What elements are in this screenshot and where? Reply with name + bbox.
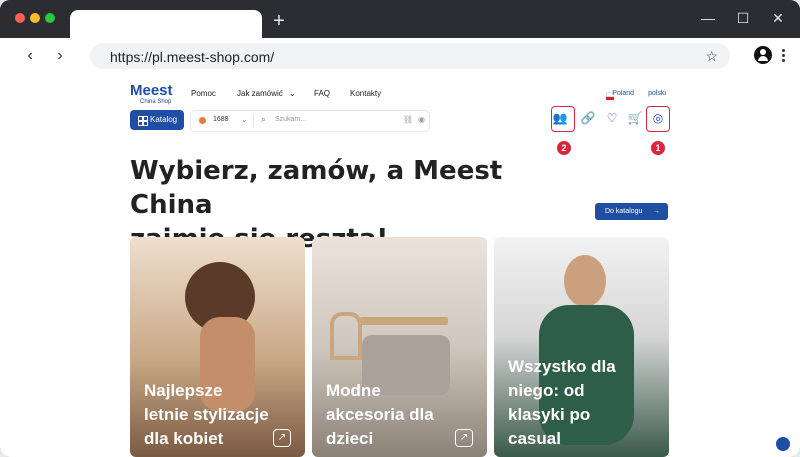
title-bar: + — ☐ ✕ xyxy=(0,0,800,40)
maximize-button[interactable]: ☐ xyxy=(735,10,751,26)
cart-icon[interactable]: 🛒 xyxy=(625,108,645,128)
camera-icon[interactable]: ◉ xyxy=(418,115,425,124)
browser-toolbar: ‹ › https://pl.meest-shop.com/ ☆ xyxy=(0,38,800,75)
address-bar[interactable]: https://pl.meest-shop.com/ ☆ xyxy=(90,43,730,69)
nav-pomoc[interactable]: Pomoc xyxy=(191,89,216,98)
heart-icon[interactable]: ♡ xyxy=(602,108,622,128)
new-tab-button[interactable]: + xyxy=(270,11,288,31)
close-button[interactable]: ✕ xyxy=(770,10,786,26)
promo-cards: Najlepsze letnie stylizacje dla kobiet ↗… xyxy=(130,237,670,457)
link-icon[interactable]: 🔗 xyxy=(578,108,598,128)
price-value: 1688 xyxy=(213,116,229,123)
card-title: Modne akcesoria dla dzieci xyxy=(326,381,434,448)
external-arrow-icon[interactable]: ↗ xyxy=(455,429,473,447)
forward-icon[interactable]: › xyxy=(52,48,68,64)
nav-faq[interactable]: FAQ xyxy=(314,89,330,98)
nav-jak-zamowic-label: Jak zamówić xyxy=(237,89,283,98)
zoom-dot[interactable] xyxy=(45,13,55,23)
hero-title: Wybierz, zamów, a Meest China zajmie się… xyxy=(130,154,550,254)
search-icon: ⌕ xyxy=(261,114,267,124)
promo-card[interactable]: Modne akcesoria dla dzieci ↗ xyxy=(312,237,487,457)
card-image-man-head xyxy=(564,255,606,307)
active-tab[interactable] xyxy=(70,10,262,40)
chevron-down-icon: ⌄ xyxy=(289,89,296,98)
catalog-button[interactable]: Katalog xyxy=(130,110,184,130)
chat-icon[interactable] xyxy=(776,437,790,451)
callout-number-2: 2 xyxy=(557,141,571,155)
nav-jak-zamowic[interactable]: Jak zamówić ⌄ xyxy=(237,89,296,98)
card-title: Najlepsze letnie stylizacje dla kobiet xyxy=(144,381,269,448)
back-icon[interactable]: ‹ xyxy=(22,48,38,64)
page-content: Meest China Shop Pomoc Jak zamówić ⌄ FAQ… xyxy=(0,74,800,457)
close-dot[interactable] xyxy=(15,13,25,23)
logo[interactable]: Meest China Shop xyxy=(130,83,174,107)
site-nav: Meest China Shop Pomoc Jak zamówić ⌄ FAQ… xyxy=(130,80,670,106)
logo-brand: Meest xyxy=(130,82,173,99)
to-catalog-button[interactable]: Do katalogu → xyxy=(595,203,668,220)
grid-icon xyxy=(138,116,148,126)
card-title: Wszystko dla niego: od klasyki po casual xyxy=(508,357,616,448)
bookmark-star-icon[interactable]: ☆ xyxy=(705,48,718,65)
arrow-right-icon: → xyxy=(653,208,660,215)
callout-box-2 xyxy=(551,106,575,132)
logo-sub: China Shop xyxy=(140,99,172,105)
minimize-dot[interactable] xyxy=(30,13,40,23)
search-placeholder: Szukam... xyxy=(275,116,307,123)
nav-kontakty[interactable]: Kontakty xyxy=(350,89,381,98)
search-input[interactable]: 1688 ⌄ ⌕ Szukam... ⛓ ◉ xyxy=(190,110,430,132)
divider xyxy=(253,115,254,127)
search-row: Katalog 1688 ⌄ ⌕ Szukam... ⛓ ◉ 👥 🔗 ♡ 🛒 ◎ xyxy=(130,108,670,132)
currency-icon xyxy=(199,117,206,124)
promo-card[interactable]: Wszystko dla niego: od klasyki po casual xyxy=(494,237,669,457)
link-paste-icon[interactable]: ⛓ xyxy=(403,115,413,124)
country-selector[interactable]: Poland xyxy=(612,90,634,97)
chevron-down-icon[interactable]: ⌄ xyxy=(241,115,248,124)
callout-number-1: 1 xyxy=(651,141,665,155)
callout-box-1 xyxy=(646,106,670,132)
minimize-button[interactable]: — xyxy=(700,10,716,26)
hero-title-line1: Wybierz, zamów, a Meest China xyxy=(130,156,503,220)
promo-card[interactable]: Najlepsze letnie stylizacje dla kobiet ↗ xyxy=(130,237,305,457)
card-image-shelf xyxy=(360,317,448,325)
catalog-button-label: Katalog xyxy=(150,115,178,124)
browser-window: + — ☐ ✕ ‹ › https://pl.meest-shop.com/ ☆… xyxy=(0,0,800,457)
browser-profile-icon[interactable] xyxy=(754,46,772,64)
url-text: https://pl.meest-shop.com/ xyxy=(110,49,275,65)
card-image-rainbow xyxy=(330,312,362,360)
browser-menu-icon[interactable] xyxy=(782,47,786,63)
language-selector[interactable]: polski xyxy=(648,90,666,97)
to-catalog-label: Do katalogu xyxy=(605,208,643,215)
external-arrow-icon[interactable]: ↗ xyxy=(273,429,291,447)
